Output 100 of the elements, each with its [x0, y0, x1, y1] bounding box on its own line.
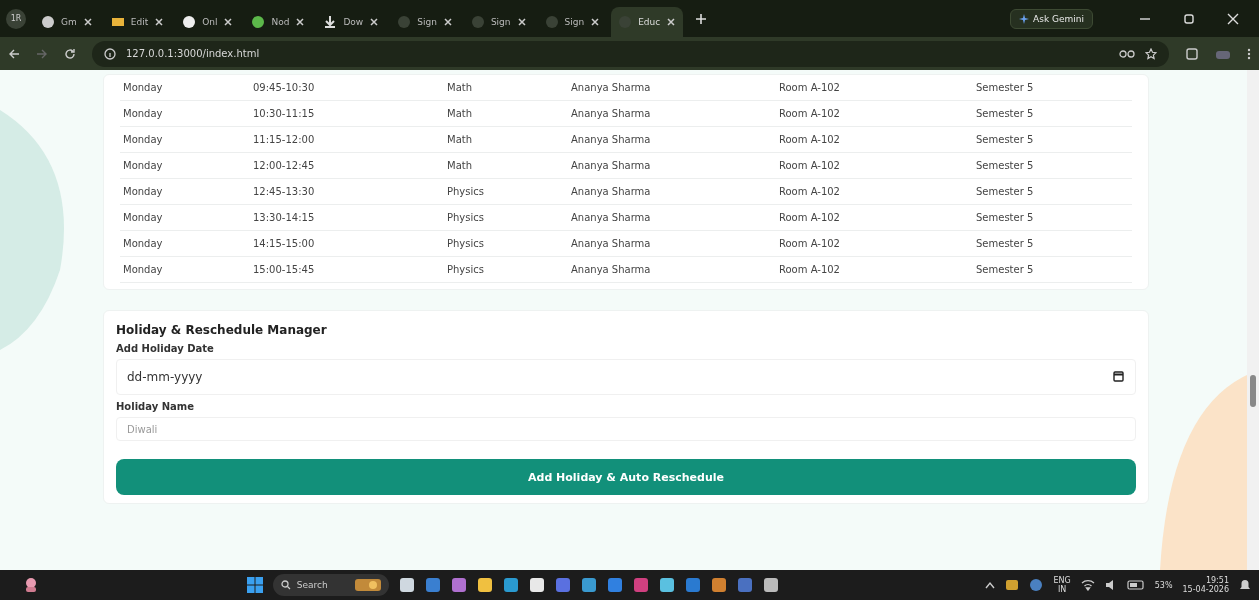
notification-icon[interactable]: [1239, 579, 1251, 591]
browser-tab[interactable]: Edit: [103, 7, 172, 37]
app-icon[interactable]: [762, 577, 779, 593]
table-cell-text: Physics: [446, 264, 485, 275]
table-cell-text: Physics: [446, 186, 485, 197]
close-icon[interactable]: [590, 17, 601, 27]
region-indicator[interactable]: IN: [1057, 585, 1067, 595]
chevron-up-icon[interactable]: [985, 581, 996, 589]
tray-app-icon[interactable]: [1029, 578, 1044, 592]
browser-tab[interactable]: Gm: [34, 7, 100, 37]
table-cell-text: Ananya Sharma: [570, 238, 652, 249]
field-label: Holiday Name: [116, 401, 195, 412]
table-cell-text: Room A-102: [778, 238, 841, 249]
tab-favicon-icon: [323, 15, 338, 29]
table-cell-text: Monday: [122, 212, 164, 223]
battery-percent: 53%: [1154, 580, 1173, 590]
new-tab-icon[interactable]: [695, 12, 708, 25]
table-cell-text: Semester 5: [975, 186, 1035, 197]
table-cell-text: Room A-102: [778, 160, 841, 171]
close-icon[interactable]: [1227, 12, 1239, 25]
app-icon[interactable]: [398, 577, 415, 593]
table-cell-text: Ananya Sharma: [570, 212, 652, 223]
browser-tab[interactable]: Dow: [316, 7, 387, 37]
taskbar-search-field[interactable]: Search: [272, 574, 389, 596]
browser-tab[interactable]: Sign: [463, 7, 534, 37]
battery-icon[interactable]: [1126, 580, 1145, 590]
start-icon[interactable]: [246, 577, 263, 593]
table-cell-text: 15:00-15:45: [252, 264, 316, 275]
text-field[interactable]: Diwali: [116, 417, 1136, 441]
bookmark-star-icon[interactable]: [1145, 47, 1157, 60]
menu-icon[interactable]: [1247, 47, 1251, 60]
ask-gemini-button[interactable]: Ask Gemini: [1010, 8, 1093, 29]
password-key-icon[interactable]: [1119, 48, 1135, 59]
tab-favicon-icon: [182, 15, 197, 29]
browser-tab[interactable]: Onl: [175, 7, 241, 37]
app-icon[interactable]: [528, 577, 545, 593]
table-cell-text: Ananya Sharma: [570, 264, 652, 275]
address-field[interactable]: 127.0.0.1:3000/index.html: [92, 40, 1169, 67]
site-info-icon[interactable]: [104, 47, 116, 60]
table-cell-text: Ananya Sharma: [570, 82, 652, 93]
table-cell-text: Semester 5: [975, 238, 1035, 249]
restore-icon[interactable]: [1183, 12, 1195, 25]
table-cell-text: 12:45-13:30: [252, 186, 316, 197]
tab-favicon-icon: [251, 15, 266, 29]
table-cell-text: Semester 5: [975, 264, 1035, 275]
table-cell-text: Math: [446, 134, 473, 145]
tab-favicon-icon: [397, 15, 412, 29]
back-icon[interactable]: [8, 47, 20, 60]
date-field[interactable]: dd-mm-yyyy: [116, 359, 1136, 395]
table-cell-text: Math: [446, 108, 473, 119]
close-icon[interactable]: [223, 17, 234, 27]
table-cell-text: Monday: [122, 108, 164, 119]
table-cell-text: 14:15-15:00: [252, 238, 316, 249]
calendar-icon[interactable]: [1113, 371, 1124, 382]
close-icon[interactable]: [154, 17, 165, 27]
close-icon[interactable]: [516, 17, 527, 27]
language-indicator[interactable]: ENG: [1053, 575, 1071, 585]
table-cell-text: Room A-102: [778, 212, 841, 223]
tab-favicon-icon: [470, 15, 485, 29]
table-cell-text: 10:30-11:15: [252, 108, 316, 119]
clock-time[interactable]: 19:51: [1205, 575, 1229, 585]
table-cell-text: Semester 5: [975, 82, 1035, 93]
close-icon[interactable]: [82, 17, 93, 27]
scrollbar[interactable]: [1247, 70, 1259, 570]
app-icon[interactable]: [476, 577, 493, 593]
add-holiday-button[interactable]: Add Holiday & Auto Reschedule: [116, 459, 1136, 495]
table-cell-text: Monday: [122, 134, 164, 145]
reload-icon[interactable]: [64, 47, 76, 60]
wifi-icon[interactable]: [1080, 579, 1095, 591]
table-cell-text: Monday: [122, 82, 164, 93]
close-icon[interactable]: [369, 17, 380, 27]
close-icon[interactable]: [295, 17, 306, 27]
search-icon: [280, 580, 291, 590]
table-cell-text: Physics: [446, 212, 485, 223]
browser-tab[interactable]: Sign: [537, 7, 608, 37]
browser-tab[interactable]: Sign: [390, 7, 460, 37]
profile-avatar[interactable]: 1R: [6, 8, 26, 29]
browser-tab[interactable]: Educ: [611, 7, 684, 37]
tray-app-icon[interactable]: [1005, 578, 1020, 592]
table-cell-text: Room A-102: [778, 186, 841, 197]
browser-tab[interactable]: Nod: [244, 7, 313, 37]
table-cell-text: 11:15-12:00: [252, 134, 316, 145]
table-cell-text: Room A-102: [778, 108, 841, 119]
extensions-icon[interactable]: [1185, 46, 1199, 61]
table-cell-text: Ananya Sharma: [570, 160, 652, 171]
tab-favicon-icon: [544, 15, 559, 29]
close-icon[interactable]: [442, 17, 453, 27]
table-cell-text: 09:45-10:30: [252, 82, 316, 93]
table-cell-text: Ananya Sharma: [570, 186, 652, 197]
table-cell-text: Monday: [122, 264, 164, 275]
app-icon[interactable]: [658, 577, 675, 593]
table-cell-text: Semester 5: [975, 212, 1035, 223]
table-cell-text: Math: [446, 160, 473, 171]
table-cell-text: Semester 5: [975, 134, 1035, 145]
search-highlight-icon: [354, 578, 381, 592]
clock-date[interactable]: 15-04-2026: [1182, 585, 1229, 595]
table-cell-text: Room A-102: [778, 82, 841, 93]
table-cell-text: Room A-102: [778, 264, 841, 275]
table-cell-text: Semester 5: [975, 160, 1035, 171]
close-icon[interactable]: [666, 17, 677, 27]
